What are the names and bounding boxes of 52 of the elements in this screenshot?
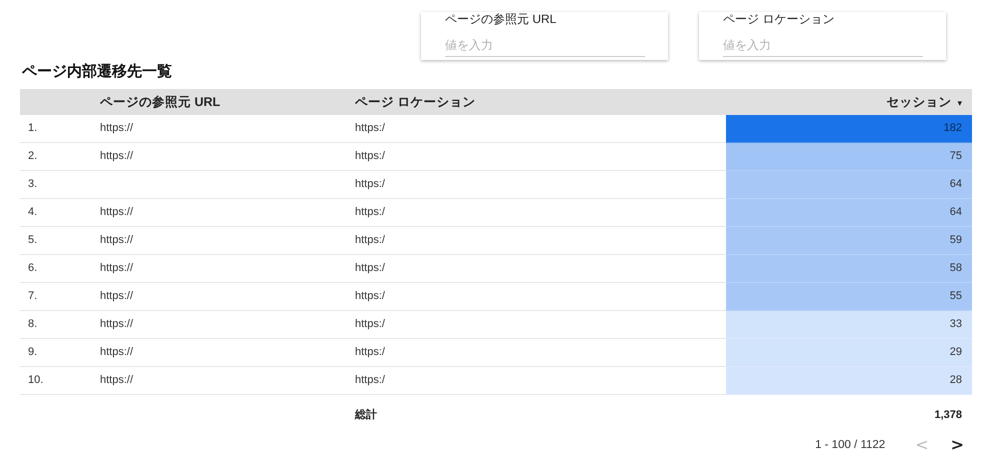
filter-label: ページの参照元 URL [445, 12, 558, 28]
table-cell: https:// [100, 374, 134, 386]
table-cell: https:/ [355, 346, 385, 358]
row-number: 6. [28, 262, 38, 274]
input-field[interactable]: 値を入力 [723, 34, 923, 57]
input-field[interactable]: 値を入力 [445, 34, 645, 57]
table-cell: https:// [100, 122, 134, 134]
table-cell: https:/ [355, 318, 385, 330]
table-cell: https:/ [355, 234, 385, 246]
table-cell: https:// [100, 346, 134, 358]
column-header[interactable]: セッション [886, 95, 952, 109]
next-page-button[interactable]: > [946, 435, 968, 454]
table-cell: https:/ [355, 262, 385, 274]
row-number: 2. [28, 150, 38, 162]
table-cell: https:/ [355, 178, 385, 190]
table-cell: https:// [100, 234, 134, 246]
table-cell: https:// [100, 206, 134, 218]
row-number: 9. [28, 346, 38, 358]
table-title: ページ内部遷移先一覧 [22, 62, 173, 82]
filter-label: ページ ロケーション [723, 12, 836, 28]
table-cell: https:/ [355, 150, 385, 162]
table-cell: https:// [100, 262, 134, 274]
heatmap-cell: 59 [726, 227, 972, 255]
row-number: 10. [28, 374, 44, 386]
column-header[interactable]: ページ ロケーション [355, 95, 476, 109]
table-cell: https:// [100, 290, 134, 302]
heatmap-cell: 64 [726, 171, 972, 199]
table-cell: https:// [100, 150, 134, 162]
total-value: 1,378 [934, 409, 962, 421]
row-number: 4. [28, 206, 38, 218]
row-number: 5. [28, 234, 38, 246]
heatmap-cell: 55 [726, 283, 972, 311]
table-cell: https:// [100, 318, 134, 330]
page-range: 1 - 100 / 1122 [815, 438, 886, 450]
heatmap-cell: 182 [726, 115, 972, 143]
row-number: 1. [28, 122, 38, 134]
table-cell: https:/ [355, 290, 385, 302]
row-number: 3. [28, 178, 38, 190]
heatmap-cell: 28 [726, 367, 972, 395]
row-number: 7. [28, 290, 38, 302]
table-cell: https:/ [355, 374, 385, 386]
heatmap-cell: 64 [726, 199, 972, 227]
heatmap-cell: 58 [726, 255, 972, 283]
total-label: 総計 [355, 409, 377, 421]
sort-icon[interactable]: ▾ [957, 98, 962, 108]
table-cell: https:/ [355, 122, 385, 134]
heatmap-cell: 75 [726, 143, 972, 171]
table-cell: https:/ [355, 206, 385, 218]
heatmap-cell: 29 [726, 339, 972, 367]
row-number: 8. [28, 318, 38, 330]
heatmap-cell: 33 [726, 311, 972, 339]
column-header[interactable]: ページの参照元 URL [100, 95, 220, 109]
